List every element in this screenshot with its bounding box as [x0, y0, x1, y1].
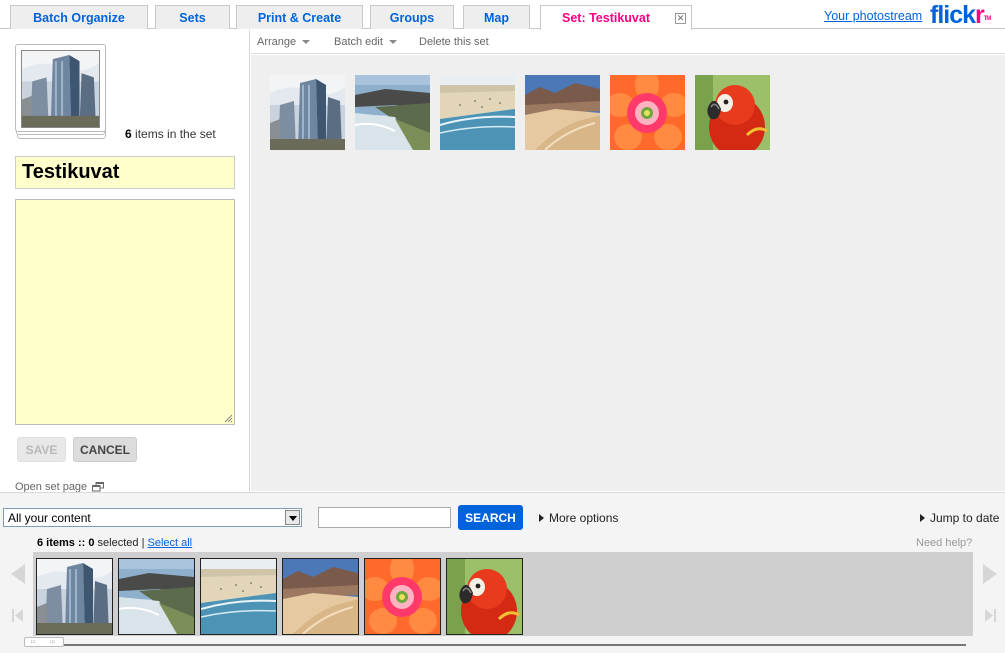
- set-details-panel: 6 items in the set Testikuvat SAVE CANCE…: [0, 30, 250, 493]
- set-primary-photo: [15, 44, 106, 139]
- skyscrapers-photo: [21, 50, 100, 128]
- batch-edit-label: Batch edit: [334, 36, 383, 48]
- skyscrapers-photo[interactable]: [36, 558, 113, 635]
- cactus-flower-photo[interactable]: [364, 558, 441, 635]
- close-icon[interactable]: ✕: [675, 13, 686, 24]
- scroll-left-icon[interactable]: [10, 563, 26, 585]
- content-filter-value: All your content: [8, 511, 91, 525]
- scrollbar-handle-icon[interactable]: [24, 637, 64, 647]
- set-toolbar: Arrange Batch edit Delete this set: [251, 30, 1005, 54]
- item-count-text: items in the set: [131, 127, 216, 141]
- arrange-menu[interactable]: Arrange: [257, 36, 311, 48]
- triangle-right-icon: [539, 513, 544, 522]
- tab-label: Print & Create: [257, 10, 342, 25]
- photo-strip[interactable]: [33, 552, 973, 636]
- skyscrapers-photo[interactable]: [270, 75, 345, 150]
- your-photostream-link[interactable]: Your photostream: [824, 9, 922, 23]
- tab-label: Sets: [179, 10, 206, 25]
- jump-to-date-label: Jump to date: [930, 511, 1000, 525]
- content-filter-select[interactable]: All your content: [3, 508, 302, 527]
- tab-set-testikuvat[interactable]: Set: Testikuvat ✕: [540, 5, 692, 30]
- triangle-right-icon: [920, 513, 925, 522]
- rocky-coast-photo[interactable]: [355, 75, 430, 150]
- desert-dunes-photo[interactable]: [282, 558, 359, 635]
- need-help-link[interactable]: Need help?: [916, 537, 972, 549]
- parrot-photo[interactable]: [446, 558, 523, 635]
- logo-trademark: TM: [983, 16, 992, 22]
- tab-print-create[interactable]: Print & Create: [236, 5, 363, 29]
- beach-photo[interactable]: [200, 558, 277, 635]
- save-button[interactable]: SAVE: [17, 437, 66, 462]
- cancel-button[interactable]: CANCEL: [73, 437, 137, 462]
- selection-status: 6 items :: 0 selected | Select all: [37, 537, 192, 549]
- tab-label: Set: Testikuvat: [562, 11, 650, 25]
- parrot-photo[interactable]: [695, 75, 770, 150]
- tab-label: Groups: [389, 10, 435, 25]
- search-button[interactable]: SEARCH: [458, 505, 523, 530]
- beach-photo[interactable]: [440, 75, 515, 150]
- selected-text: selected |: [94, 537, 148, 549]
- dropdown-arrow-icon[interactable]: [285, 510, 300, 525]
- set-item-count: 6 items in the set: [125, 127, 216, 141]
- scroll-last-icon[interactable]: [984, 609, 996, 622]
- tab-batch-organize[interactable]: Batch Organize: [10, 5, 148, 29]
- tab-bar: Batch Organize Sets Print & Create Group…: [0, 0, 1005, 30]
- tab-label: Map: [484, 10, 509, 25]
- tab-map[interactable]: Map: [463, 5, 530, 29]
- logo-text: flick: [930, 1, 976, 29]
- tab-groups[interactable]: Groups: [370, 5, 454, 29]
- rocky-coast-photo[interactable]: [118, 558, 195, 635]
- logo-text-accent: r: [975, 1, 985, 29]
- scroll-first-icon[interactable]: [12, 609, 24, 622]
- tab-label: Batch Organize: [33, 10, 125, 25]
- photo-organizer: All your content SEARCH More options Jum…: [0, 492, 1005, 653]
- select-all-link[interactable]: Select all: [147, 537, 192, 549]
- search-input[interactable]: [318, 507, 451, 528]
- batch-edit-menu[interactable]: Batch edit: [334, 36, 397, 48]
- new-window-icon[interactable]: [92, 482, 104, 492]
- delete-set-link[interactable]: Delete this set: [419, 36, 489, 48]
- strip-scrollbar-track[interactable]: [30, 640, 966, 646]
- set-description-field[interactable]: [15, 199, 235, 425]
- flickr-logo[interactable]: flickrTM: [930, 0, 992, 30]
- jump-to-date-toggle[interactable]: Jump to date: [920, 511, 999, 525]
- items-text: items ::: [43, 537, 89, 549]
- set-title-field[interactable]: Testikuvat: [15, 156, 235, 189]
- desert-dunes-photo[interactable]: [525, 75, 600, 150]
- arrange-label: Arrange: [257, 36, 297, 48]
- more-options-toggle[interactable]: More options: [539, 511, 618, 525]
- set-photos-canvas[interactable]: [251, 55, 1005, 491]
- cactus-flower-photo[interactable]: [610, 75, 685, 150]
- chevron-down-icon: [388, 40, 397, 45]
- tab-sets[interactable]: Sets: [155, 5, 230, 29]
- item-count-number: 6: [125, 127, 132, 141]
- scroll-right-icon[interactable]: [982, 563, 998, 585]
- resize-grip-icon[interactable]: [224, 414, 233, 423]
- more-options-label: More options: [549, 511, 619, 525]
- chevron-down-icon: [302, 40, 311, 45]
